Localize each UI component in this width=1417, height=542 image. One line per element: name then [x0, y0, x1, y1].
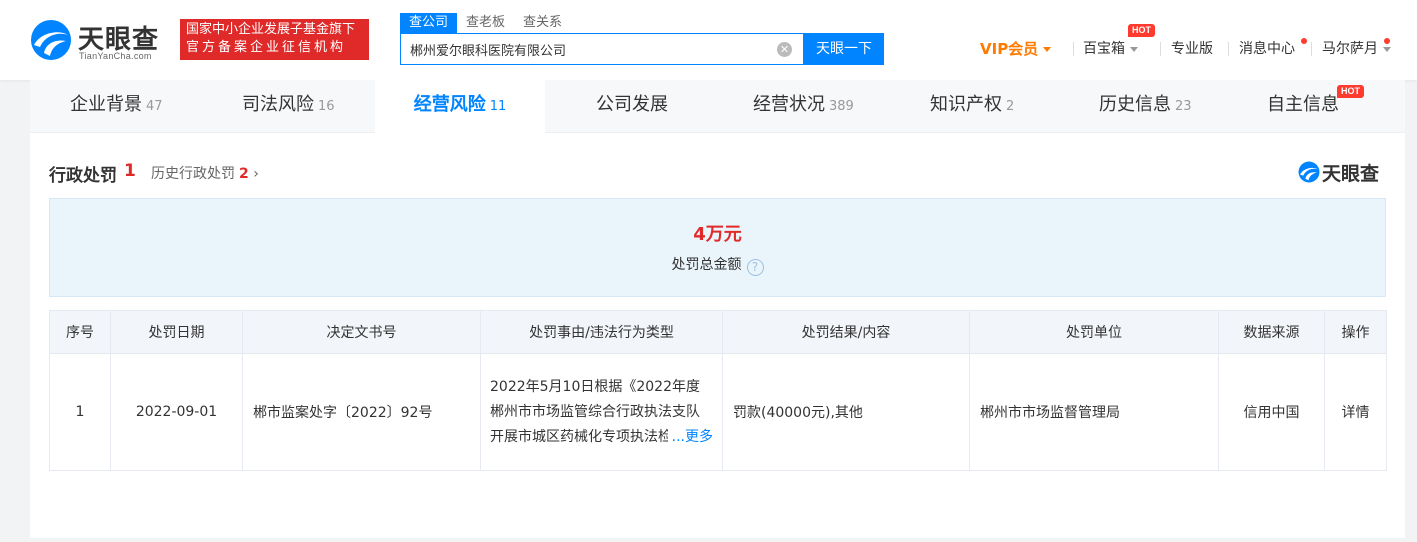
history-label: 历史行政处罚: [151, 166, 235, 182]
badge-line2: 官方备案企业征信机构: [186, 40, 347, 55]
search-tab-company[interactable]: 查公司: [400, 13, 458, 33]
tab-operating-risk[interactable]: 经营风险 11: [375, 80, 545, 133]
column-header: 处罚结果/内容: [722, 310, 970, 354]
tab-operating-status[interactable]: 经营状况 389: [753, 80, 854, 133]
logo-subtext: TianYanCha.com: [79, 51, 152, 61]
tab-count: 389: [829, 99, 854, 114]
clear-icon[interactable]: ✕: [777, 42, 792, 57]
user-dot: [1384, 38, 1390, 44]
user-name: 马尔萨月: [1322, 41, 1378, 57]
more-label: 更多: [685, 428, 713, 445]
search-tab-boss[interactable]: 查老板: [457, 13, 514, 33]
tab-label: 经营风险: [413, 94, 486, 115]
category-tabs: 企业背景 47 司法风险 16 经营风险 11 公司发展 经营状况 389 知识产权 2 …: [30, 80, 1405, 133]
tianyancha-watermark: 天眼查: [1298, 159, 1388, 185]
tab-count: 23: [1175, 99, 1192, 114]
column-header: 处罚事由/违法行为类型: [480, 310, 723, 354]
column-header: 操作: [1324, 310, 1387, 354]
message-dot: [1301, 38, 1307, 44]
section-title: 行政处罚: [49, 166, 117, 186]
penalty-reason: 2022年5月10日根据《2022年度郴州市市场监管综合行政执法支队开展市城区药…: [481, 375, 722, 450]
top-header: 天眼查 TianYanCha.com 国家中小企业发展子基金旗下 官方备案企业征…: [0, 0, 1417, 80]
tab-label: 自主信息: [1267, 94, 1339, 115]
tab-label: 司法风险: [242, 94, 314, 115]
help-icon[interactable]: ?: [746, 259, 764, 276]
chevron-down-icon: [1130, 46, 1138, 52]
penalty-reason-cell: 2022年5月10日根据《2022年度郴州市市场监管综合行政执法支队开展市城区药…: [480, 353, 723, 471]
search-box: ✕: [400, 33, 804, 65]
user-menu[interactable]: 马尔萨月: [1322, 38, 1391, 60]
tab-label: 企业背景: [70, 94, 142, 115]
data-source: 信用中国: [1218, 353, 1325, 471]
more-link[interactable]: ...更多: [667, 424, 713, 450]
tab-label: 历史信息: [1099, 94, 1171, 115]
penalty-authority: 郴州市市场监督管理局: [969, 353, 1219, 471]
column-header: 数据来源: [1218, 310, 1325, 354]
search-input[interactable]: [410, 34, 770, 64]
total-amount-row: 处罚总金额?: [50, 254, 1385, 276]
tab-history-info[interactable]: 历史信息 23: [1099, 80, 1192, 133]
decision-doc-number: 郴市监案处字〔2022〕92号: [242, 353, 481, 471]
tab-label: 公司发展: [596, 94, 668, 115]
chevron-right-icon: ›: [248, 166, 259, 182]
tab-count: 11: [489, 99, 507, 114]
official-badge: 国家中小企业发展子基金旗下 官方备案企业征信机构: [180, 19, 369, 60]
penalty-table: 序号 处罚日期 决定文书号 处罚事由/违法行为类型 处罚结果/内容 处罚单位 数…: [49, 310, 1387, 471]
column-header: 处罚日期: [110, 310, 243, 354]
tab-intellectual-property[interactable]: 知识产权 2: [930, 80, 1014, 133]
logo-eye-icon: [31, 20, 71, 60]
section-count: 1: [124, 161, 136, 181]
baibao-label: 百宝箱: [1083, 41, 1125, 57]
tab-judicial-risk[interactable]: 司法风险 16: [242, 80, 335, 133]
tianyancha-logo[interactable]: 天眼查 TianYanCha.com: [30, 17, 170, 65]
table-row: 1 2022-09-01 郴市监案处字〔2022〕92号 2022年5月10日根…: [49, 353, 1387, 471]
tab-count: 47: [146, 99, 163, 114]
penalty-date: 2022-09-01: [110, 353, 243, 471]
badge-line1: 国家中小企业发展子基金旗下: [186, 22, 356, 37]
nav-divider: [1160, 42, 1161, 56]
row-index: 1: [49, 353, 111, 471]
nav-divider: [1073, 42, 1074, 56]
tab-label: 知识产权: [930, 94, 1002, 115]
column-header: 决定文书号: [242, 310, 481, 354]
details-link[interactable]: 详情: [1324, 353, 1387, 471]
tab-label: 经营状况: [753, 94, 825, 115]
logo-eye-icon: [1298, 161, 1320, 183]
total-amount-label: 处罚总金额: [671, 257, 742, 273]
search-button[interactable]: 天眼一下: [804, 33, 884, 65]
penalty-result: 罚款(40000元),其他: [722, 353, 970, 471]
search-type-tabs: 查公司 查老板 查关系: [400, 13, 571, 33]
table-header-row: 序号 处罚日期 决定文书号 处罚事由/违法行为类型 处罚结果/内容 处罚单位 数…: [49, 310, 1387, 354]
tab-company-development[interactable]: 公司发展: [596, 80, 668, 133]
vip-label: VIP会员: [980, 40, 1039, 58]
tab-count: 16: [318, 99, 335, 114]
watermark-text: 天眼查: [1322, 163, 1380, 185]
tab-enterprise-background[interactable]: 企业背景 47: [70, 80, 163, 133]
main-card: 企业背景 47 司法风险 16 经营风险 11 公司发展 经营状况 389 知识产权 2 …: [30, 80, 1405, 538]
total-amount: 4万元: [693, 224, 742, 245]
pro-version-link[interactable]: 专业版: [1171, 38, 1213, 60]
chevron-down-icon: [1383, 46, 1391, 52]
column-header: 处罚单位: [969, 310, 1219, 354]
column-header: 序号: [49, 310, 111, 354]
vip-menu[interactable]: VIP会员: [980, 38, 1052, 60]
hot-badge: HOT: [1128, 24, 1155, 37]
chevron-down-icon: [1043, 47, 1052, 52]
history-count: 2: [239, 166, 249, 182]
nav-divider: [1311, 42, 1312, 56]
tab-self-info[interactable]: 自主信息: [1267, 80, 1339, 133]
search-tab-relation[interactable]: 查关系: [514, 13, 571, 33]
hot-badge: HOT: [1337, 85, 1364, 98]
nav-divider: [1228, 42, 1229, 56]
penalty-summary: 4万元 处罚总金额?: [49, 198, 1386, 297]
history-penalty-link[interactable]: 历史行政处罚 2 ›: [151, 163, 259, 183]
baibao-menu[interactable]: 百宝箱: [1083, 38, 1138, 60]
tab-count: 2: [1006, 99, 1015, 114]
message-center-link[interactable]: 消息中心: [1239, 38, 1295, 60]
